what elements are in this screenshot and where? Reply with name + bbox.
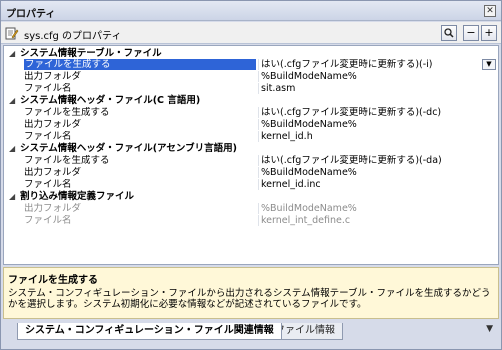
property-row[interactable]: ファイル名 kernel_id.h bbox=[4, 131, 498, 142]
properties-target-label: sys.cfg のプロパティ bbox=[24, 31, 122, 42]
expand-arrow-icon[interactable]: ◢ bbox=[9, 48, 15, 59]
property-row[interactable]: ファイル名 kernel_id.inc bbox=[4, 179, 498, 190]
expand-arrow-icon[interactable]: ◢ bbox=[9, 191, 15, 202]
property-row[interactable]: ファイルを生成する はい(.cfgファイル変更時に更新する)(-dc) bbox=[4, 107, 498, 118]
collapse-all-button[interactable]: − bbox=[463, 25, 479, 41]
search-button[interactable] bbox=[441, 25, 457, 41]
property-row[interactable]: ファイルを生成する はい(.cfgファイル変更時に更新する)(-da) bbox=[4, 155, 498, 166]
tab-bar: システム・コンフィギュレーション・ファイル関連情報 ファイル情報 ▼ bbox=[1, 321, 501, 349]
description-title: ファイルを生成する bbox=[8, 275, 98, 286]
expand-arrow-icon[interactable]: ◢ bbox=[9, 143, 15, 154]
properties-header: sys.cfg のプロパティ − + bbox=[1, 22, 501, 44]
property-row[interactable]: ファイル名 sit.asm bbox=[4, 83, 498, 94]
dropdown-button[interactable]: ▼ bbox=[482, 59, 496, 70]
category-row[interactable]: ◢ システム情報テーブル・ファイル bbox=[4, 48, 498, 59]
description-panel: ファイルを生成する システム・コンフィギュレーション・ファイルから出力されるシス… bbox=[3, 267, 499, 319]
close-button[interactable]: ✕ bbox=[484, 5, 496, 17]
tab-menu-icon[interactable]: ▼ bbox=[486, 324, 493, 334]
property-row: ファイル名 kernel_int_define.c bbox=[24, 215, 351, 226]
description-text: システム・コンフィギュレーション・ファイルから出力されるシステム情報テーブル・フ… bbox=[8, 288, 491, 310]
property-row[interactable]: ファイルを生成する はい(.cfgファイル変更時に更新する)(-i) ▼ bbox=[4, 59, 498, 70]
category-row[interactable]: ◢ システム情報ヘッダ・ファイル(アセンブリ言語用) bbox=[4, 143, 498, 154]
tab-system-config-info[interactable]: システム・コンフィギュレーション・ファイル関連情報 bbox=[17, 323, 282, 340]
property-row: 出力フォルダ %BuildModeName% bbox=[24, 203, 357, 214]
title-bar: プロパティ ✕ bbox=[1, 1, 501, 21]
property-row[interactable]: 出力フォルダ %BuildModeName% bbox=[4, 119, 498, 130]
property-row[interactable]: 出力フォルダ %BuildModeName% bbox=[4, 167, 498, 178]
property-grid: ◢ システム情報テーブル・ファイル ファイルを生成する はい(.cfgファイル変… bbox=[3, 45, 499, 265]
file-edit-icon bbox=[5, 27, 19, 40]
category-row[interactable]: ◢ システム情報ヘッダ・ファイル(C 言語用) bbox=[4, 95, 498, 106]
category-row[interactable]: ◢ 割り込み情報定義ファイル bbox=[4, 191, 498, 202]
search-icon bbox=[444, 28, 454, 38]
properties-window: プロパティ ✕ sys.cfg のプロパティ − + ◢ システム情報テーブル・… bbox=[0, 0, 502, 350]
expand-arrow-icon[interactable]: ◢ bbox=[9, 95, 15, 106]
property-row[interactable]: 出力フォルダ %BuildModeName% bbox=[4, 71, 498, 82]
expand-all-button[interactable]: + bbox=[481, 25, 497, 41]
window-title: プロパティ bbox=[6, 9, 56, 20]
